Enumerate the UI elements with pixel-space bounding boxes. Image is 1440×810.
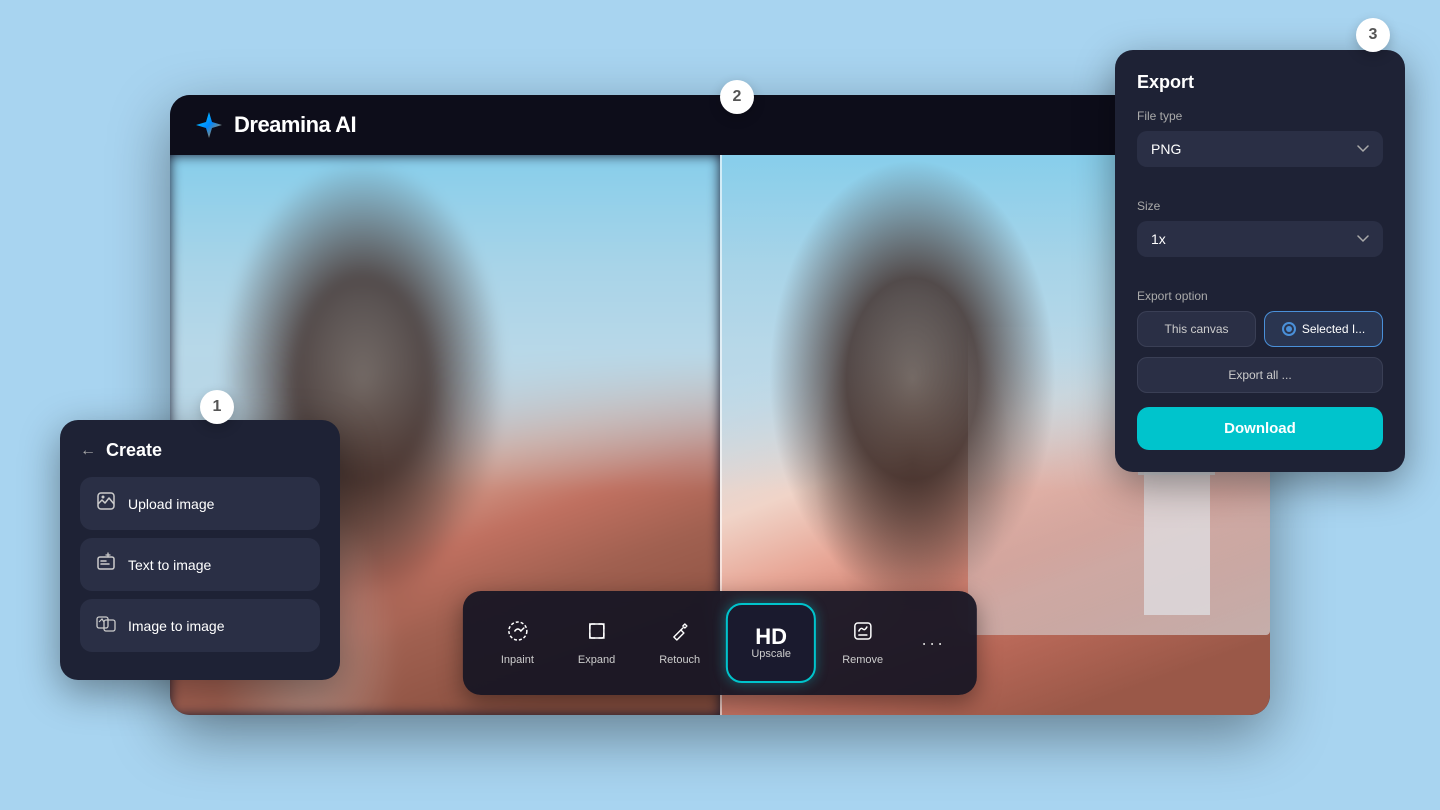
retouch-label: Retouch xyxy=(659,654,700,666)
this-canvas-label: This canvas xyxy=(1164,322,1228,336)
file-type-label: File type xyxy=(1137,109,1383,123)
sky-clouds-left xyxy=(170,155,720,407)
selected-radio xyxy=(1282,322,1296,336)
text-to-image-label: Text to image xyxy=(128,557,211,573)
download-label: Download xyxy=(1224,420,1296,437)
image-to-image-icon xyxy=(96,613,116,638)
upload-image-label: Upload image xyxy=(128,496,214,512)
export-panel: Export File type PNG JPG WebP SVG Size 1… xyxy=(1115,50,1405,472)
inpaint-icon xyxy=(506,620,528,648)
size-label: Size xyxy=(1137,199,1383,213)
image-to-image-button[interactable]: Image to image xyxy=(80,599,320,652)
export-option-label: Export option xyxy=(1137,289,1383,303)
selected-label: Selected I... xyxy=(1302,322,1365,336)
remove-icon xyxy=(852,620,874,648)
hd-text: HD xyxy=(755,626,787,648)
app-title: Dreamina AI xyxy=(234,112,356,138)
hd-upscale-button[interactable]: HD Upscale xyxy=(726,603,816,683)
badge-2: 2 xyxy=(720,80,754,114)
create-title: Create xyxy=(106,440,162,461)
text-to-image-button[interactable]: Text to image xyxy=(80,538,320,591)
export-option-row: This canvas Selected I... xyxy=(1137,311,1383,347)
back-icon[interactable]: ← xyxy=(80,442,96,460)
selected-button[interactable]: Selected I... xyxy=(1264,311,1383,347)
top-bar: Dreamina AI xyxy=(170,95,1270,155)
badge-1: 1 xyxy=(200,390,234,424)
export-title: Export xyxy=(1137,72,1383,93)
upscale-text: Upscale xyxy=(751,648,791,660)
expand-button[interactable]: Expand xyxy=(560,610,633,676)
expand-icon xyxy=(586,620,608,648)
bottom-toolbar: Inpaint Expand xyxy=(463,591,977,695)
remove-button[interactable]: Remove xyxy=(824,610,901,676)
logo-icon xyxy=(194,110,224,140)
upload-image-icon xyxy=(96,491,116,516)
badge-3: 3 xyxy=(1356,18,1390,52)
more-options-button[interactable]: ··· xyxy=(909,623,957,664)
logo-area: Dreamina AI xyxy=(194,110,356,140)
inpaint-label: Inpaint xyxy=(501,654,534,666)
file-type-select[interactable]: PNG JPG WebP SVG xyxy=(1137,131,1383,167)
expand-label: Expand xyxy=(578,654,615,666)
text-to-image-icon xyxy=(96,552,116,577)
upload-image-button[interactable]: Upload image xyxy=(80,477,320,530)
image-to-image-label: Image to image xyxy=(128,618,225,634)
retouch-button[interactable]: Retouch xyxy=(641,610,718,676)
retouch-icon xyxy=(669,620,691,648)
this-canvas-button[interactable]: This canvas xyxy=(1137,311,1256,347)
download-button[interactable]: Download xyxy=(1137,407,1383,450)
create-header: ← Create xyxy=(80,440,320,461)
inpaint-button[interactable]: Inpaint xyxy=(483,610,552,676)
size-select[interactable]: 1x 2x 4x xyxy=(1137,221,1383,257)
remove-label: Remove xyxy=(842,654,883,666)
export-all-button[interactable]: Export all ... xyxy=(1137,357,1383,393)
export-all-label: Export all ... xyxy=(1228,368,1291,382)
create-panel: ← Create Upload image Text to image xyxy=(60,420,340,680)
